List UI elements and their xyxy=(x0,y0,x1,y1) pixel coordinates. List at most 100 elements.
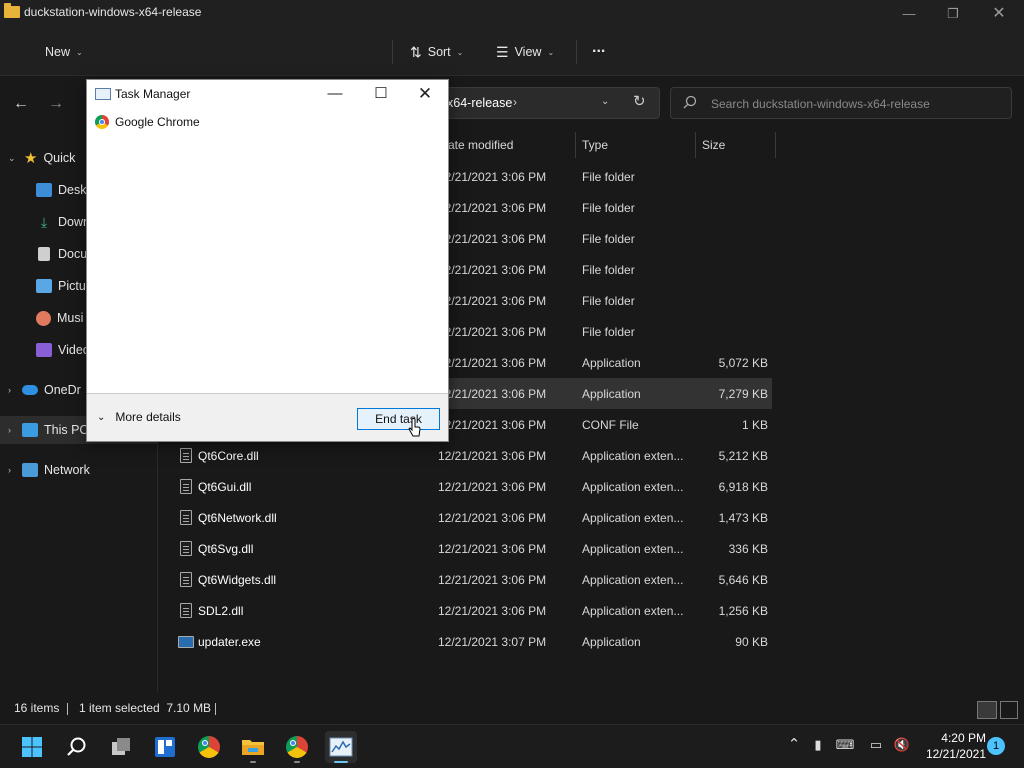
file-type: File folder xyxy=(582,325,635,339)
file-row[interactable]: Qt6Gui.dll 12/21/2021 3:06 PM Application … xyxy=(172,471,772,502)
chevron-down-icon[interactable]: ⌄ xyxy=(8,153,22,164)
active-indicator xyxy=(334,761,348,763)
chevron-right-icon[interactable]: › xyxy=(8,465,22,475)
file-date-modified: 12/21/2021 3:06 PM xyxy=(438,387,547,401)
item-count: 16 items xyxy=(14,701,60,715)
taskbar-chrome-profile[interactable] xyxy=(281,731,313,763)
details-view-icon[interactable] xyxy=(977,701,997,719)
view-icon: ☰ xyxy=(496,43,509,60)
end-task-button[interactable]: End task xyxy=(357,408,440,430)
taskbar-task-manager[interactable] xyxy=(325,731,357,763)
search-icon xyxy=(67,737,86,756)
chrome-icon xyxy=(286,736,308,758)
task-manager-title: Task Manager xyxy=(115,87,191,101)
file-type: Application xyxy=(582,387,641,401)
column-separator[interactable] xyxy=(575,132,576,158)
windows-logo-icon xyxy=(22,737,42,757)
more-details-toggle[interactable]: ⌄ More details xyxy=(97,410,181,424)
taskbar-chrome[interactable] xyxy=(193,731,225,763)
file-type: File folder xyxy=(582,263,635,277)
more-options-button[interactable]: ... xyxy=(592,38,605,58)
show-hidden-icons-button[interactable]: ⌃ xyxy=(784,735,804,755)
chrome-icon xyxy=(95,115,109,129)
file-type: Application exten... xyxy=(582,604,684,618)
view-button[interactable]: ☰ View ⌄ xyxy=(496,42,554,62)
file-name: Qt6Network.dll xyxy=(198,511,277,525)
minimize-button[interactable]: — xyxy=(315,82,355,106)
chevron-right-icon[interactable]: › xyxy=(513,95,517,109)
nav-label: Docu xyxy=(58,247,88,261)
start-button[interactable] xyxy=(16,731,48,763)
chevron-right-icon[interactable]: › xyxy=(8,385,22,395)
app-list-item[interactable]: Google Chrome xyxy=(95,115,200,129)
clock[interactable]: 4:20 PM 12/21/2021 xyxy=(916,730,986,762)
column-separator[interactable] xyxy=(695,132,696,158)
file-size: 1,473 KB xyxy=(718,511,768,525)
notification-badge[interactable]: 1 xyxy=(987,737,1005,755)
nav-item-network[interactable]: › Network xyxy=(0,456,157,484)
widgets-button[interactable] xyxy=(149,731,181,763)
file-row[interactable]: Qt6Network.dll 12/21/2021 3:06 PM Applicat… xyxy=(172,502,772,533)
column-date-modified[interactable]: ate modified xyxy=(448,138,513,152)
taskbar-file-explorer[interactable] xyxy=(237,731,269,763)
clock-date: 12/21/2021 xyxy=(925,747,986,761)
large-icons-view-icon[interactable] xyxy=(1000,701,1018,719)
file-date-modified: 12/21/2021 3:06 PM xyxy=(438,449,547,463)
file-size: 6,918 KB xyxy=(718,480,768,494)
new-button[interactable]: New ⌄ xyxy=(45,42,83,62)
file-row[interactable]: Qt6Core.dll 12/21/2021 3:06 PM Application… xyxy=(172,440,772,471)
maximize-button[interactable]: ☐ xyxy=(361,82,401,106)
cloud-icon xyxy=(22,385,38,395)
task-view-button[interactable] xyxy=(105,731,137,763)
taskbar-search-button[interactable] xyxy=(61,731,93,763)
file-type: File folder xyxy=(582,201,635,215)
battery-icon[interactable]: ▮ xyxy=(808,737,828,757)
column-type[interactable]: Type xyxy=(582,138,608,152)
explorer-titlebar[interactable]: duckstation-windows-x64-release — ❐ ✕ xyxy=(0,0,1024,28)
chevron-right-icon[interactable]: › xyxy=(8,425,22,435)
file-name: SDL2.dll xyxy=(198,604,244,618)
volume-muted-icon[interactable]: 🔇 xyxy=(892,737,912,757)
divider xyxy=(67,703,68,715)
nav-label: Video xyxy=(58,343,90,357)
back-button[interactable]: ← xyxy=(11,94,31,114)
network-status-icon[interactable]: ▭ xyxy=(866,737,886,757)
file-size: 90 KB xyxy=(735,635,768,649)
restore-button[interactable]: ❐ xyxy=(930,0,976,28)
task-manager-footer: ⌄ More details End task xyxy=(87,393,448,441)
close-button[interactable]: ✕ xyxy=(405,82,445,106)
file-date-modified: 12/21/2021 3:06 PM xyxy=(438,542,547,556)
task-view-icon xyxy=(112,738,130,755)
file-date-modified: 12/21/2021 3:06 PM xyxy=(438,201,547,215)
taskbar: ⌃ ▮ ⌨ ▭ 🔇 4:20 PM 12/21/2021 1 xyxy=(0,724,1024,768)
minimize-button[interactable]: — xyxy=(886,0,932,28)
file-size: 1 KB xyxy=(741,418,768,432)
chevron-down-icon[interactable]: ⌄ xyxy=(601,96,609,107)
running-indicator xyxy=(294,761,300,763)
file-row[interactable]: updater.exe 12/21/2021 3:07 PM Application… xyxy=(172,626,772,657)
forward-button[interactable]: → xyxy=(46,94,66,114)
refresh-icon[interactable]: ↻ xyxy=(633,92,646,110)
file-row[interactable]: Qt6Svg.dll 12/21/2021 3:06 PM Application … xyxy=(172,533,772,564)
nav-label: Musi xyxy=(57,311,84,325)
file-size: 5,646 KB xyxy=(718,573,768,587)
divider xyxy=(215,703,216,715)
file-type: Application exten... xyxy=(582,573,684,587)
close-button[interactable]: ✕ xyxy=(976,0,1022,28)
chrome-icon xyxy=(198,736,220,758)
search-input[interactable] xyxy=(711,95,1001,113)
file-type: Application exten... xyxy=(582,480,684,494)
column-separator[interactable] xyxy=(775,132,776,158)
file-type: Application xyxy=(582,635,641,649)
search-box[interactable] xyxy=(670,87,1012,119)
nav-label: Quick xyxy=(43,151,76,165)
sort-button[interactable]: ⇅ Sort ⌄ xyxy=(410,42,463,62)
file-row[interactable]: Qt6Widgets.dll 12/21/2021 3:06 PM Applicat… xyxy=(172,564,772,595)
network-icon xyxy=(22,463,38,477)
file-name: Qt6Core.dll xyxy=(198,449,259,463)
file-row[interactable]: SDL2.dll 12/21/2021 3:06 PM Application ex… xyxy=(172,595,772,626)
column-size[interactable]: Size xyxy=(702,138,725,152)
keyboard-icon[interactable]: ⌨ xyxy=(835,737,855,757)
computer-icon xyxy=(22,423,38,437)
file-size: 7,279 KB xyxy=(718,387,768,401)
